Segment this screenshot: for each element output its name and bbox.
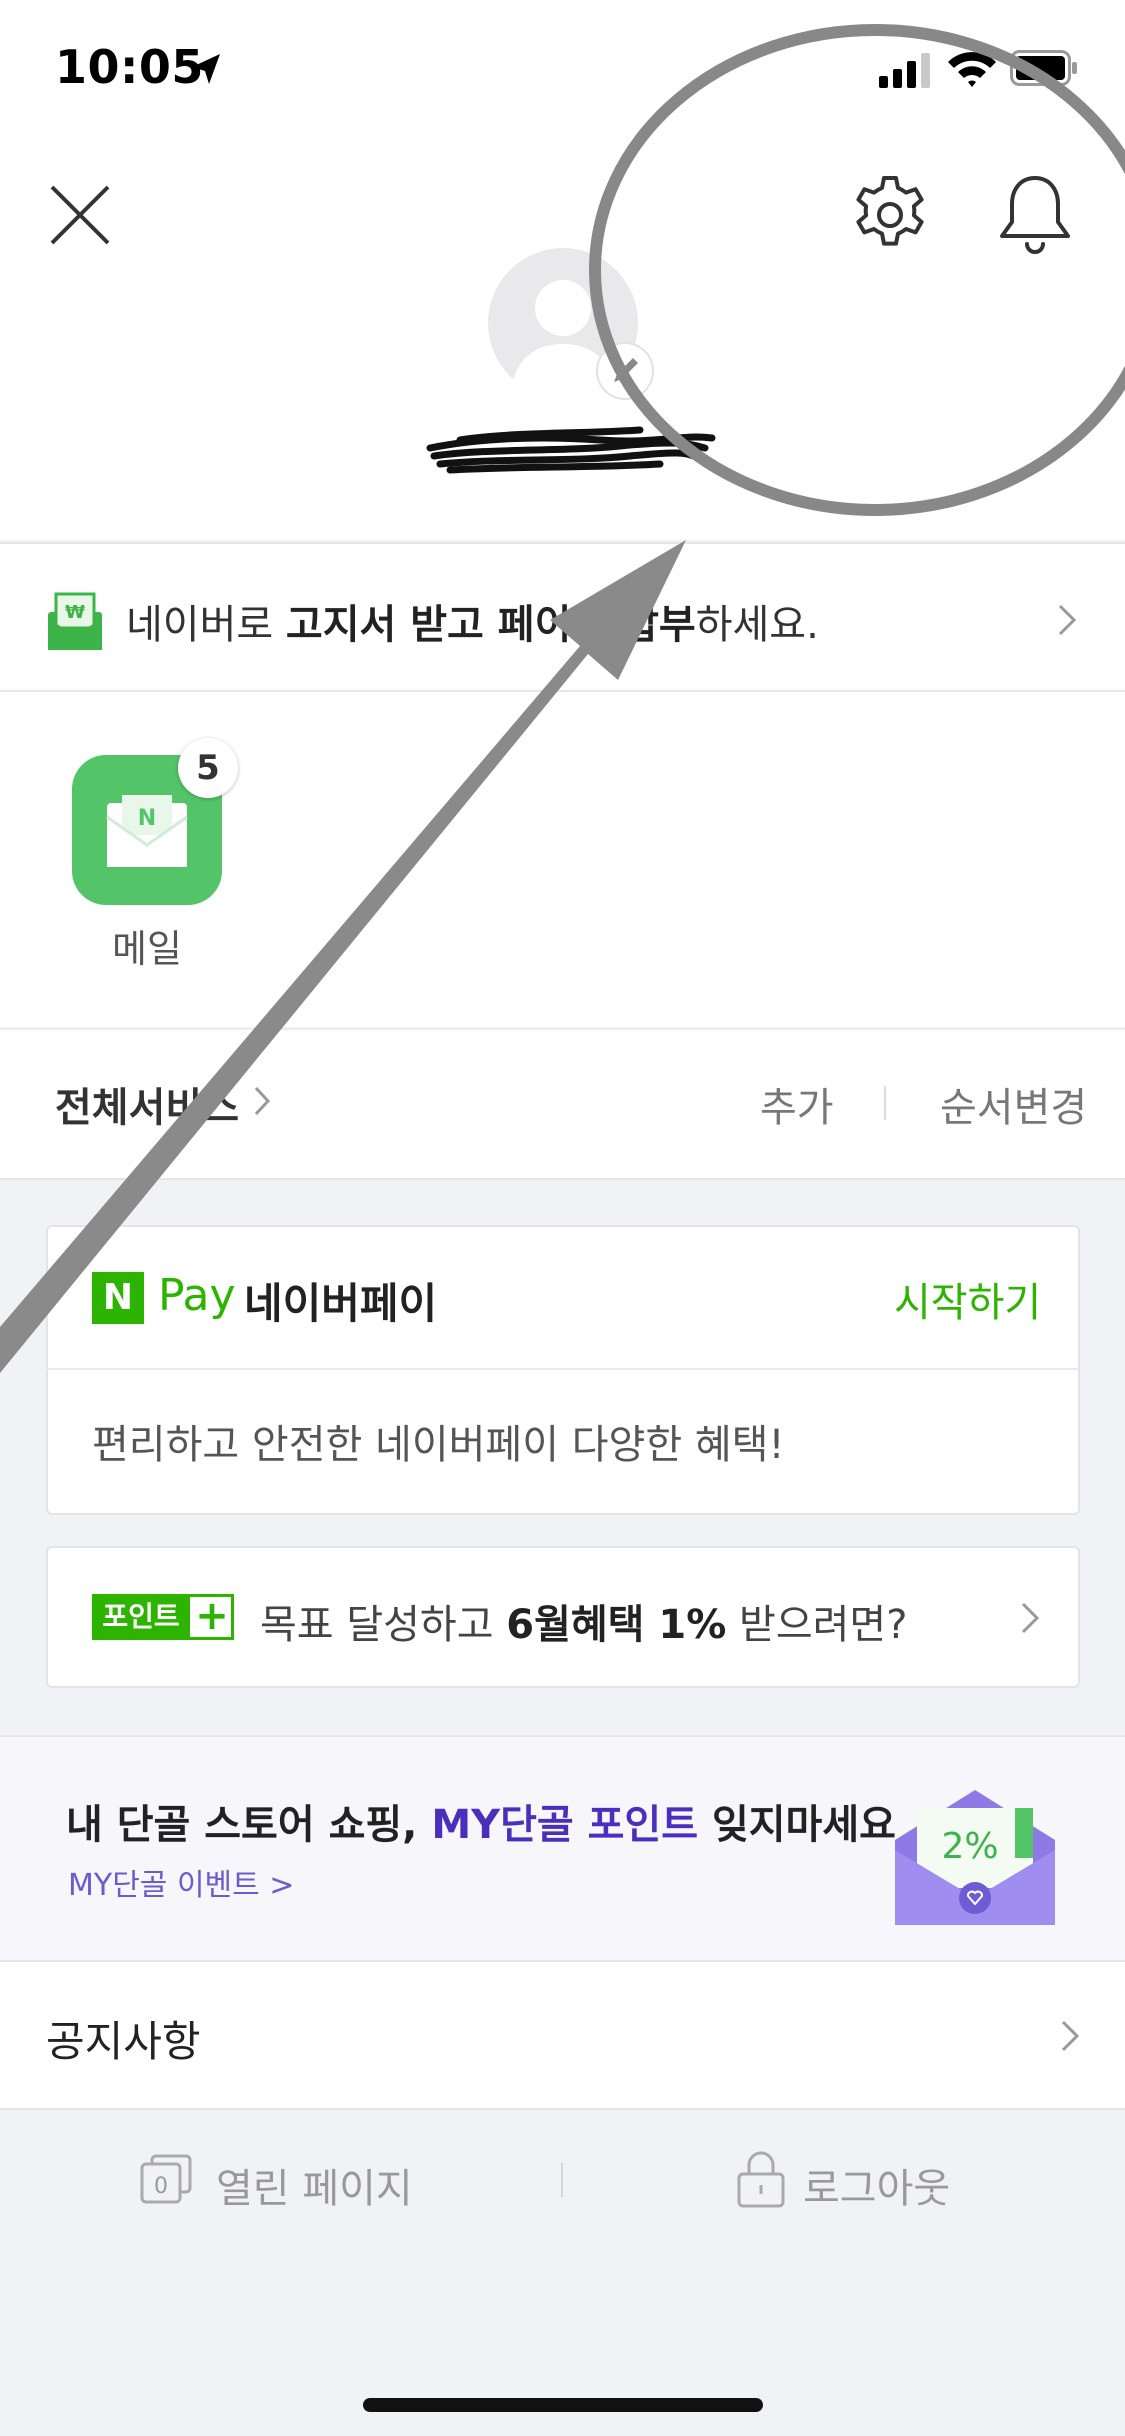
open-pages-count: 0	[154, 2174, 168, 2199]
status-time: 10:05	[55, 40, 204, 94]
home-indicator	[363, 2398, 763, 2412]
lock-icon[interactable]	[736, 2150, 786, 2208]
username-redacted-scribble	[426, 426, 716, 474]
naver-pay-description: 편리하고 안전한 네이버페이 다양한 혜택!	[92, 1422, 785, 1468]
svg-text:₩: ₩	[65, 602, 85, 623]
avatar-edit-button[interactable]	[596, 342, 654, 400]
pencil-icon	[614, 358, 638, 382]
danggol-banner-title: 내 단골 스토어 쇼핑, MY단골 포인트 잊지마세요	[66, 1802, 896, 1848]
bill-banner-text: 네이버로 고지서 받고 페이로 납부하세요.	[126, 602, 819, 648]
chevron-right-icon	[254, 1086, 271, 1116]
notice-label: 공지사항	[46, 2017, 201, 2066]
all-services-link[interactable]: 전체서비스	[55, 1075, 239, 1133]
gear-icon[interactable]	[845, 170, 935, 260]
divider	[884, 1086, 886, 1120]
svg-text:N: N	[138, 806, 156, 831]
divider	[46, 1368, 1080, 1370]
point-badge-label: 포인트	[92, 1594, 190, 1640]
cellular-signal-icon	[879, 53, 930, 88]
chevron-right-icon	[1058, 604, 1077, 636]
chevron-right-icon	[1021, 1602, 1040, 1634]
divider	[561, 2163, 563, 2197]
open-pages-icon[interactable]: 0	[140, 2154, 192, 2204]
chevron-right-icon	[1061, 2020, 1080, 2052]
danggol-event-link[interactable]: MY단골 이벤트 >	[68, 1860, 294, 1904]
open-pages-button[interactable]: 열린 페이지	[216, 2156, 413, 2214]
envelope-percent-text: 2%	[941, 1826, 998, 1867]
mail-badge-count: 5	[178, 738, 238, 798]
naver-pay-card[interactable]	[46, 1225, 1080, 1515]
logout-button[interactable]: 로그아웃	[803, 2156, 950, 2214]
close-icon[interactable]	[40, 175, 120, 255]
wifi-icon	[948, 52, 996, 87]
location-arrow-icon	[192, 54, 220, 84]
plus-icon: +	[195, 1593, 229, 1639]
won-bill-envelope-icon: ₩	[48, 592, 102, 650]
add-service-button[interactable]: 추가	[760, 1075, 834, 1133]
mail-app-label: 메일	[112, 927, 182, 971]
naver-n-logo-icon: N	[92, 1272, 144, 1324]
point-card-text: 목표 달성하고 6월혜택 1% 받으려면?	[260, 1602, 908, 1648]
start-pay-button[interactable]: 시작하기	[894, 1270, 1041, 1328]
battery-icon	[1010, 50, 1077, 86]
reorder-button[interactable]: 순서변경	[940, 1075, 1087, 1133]
naver-pay-title: 네이버페이	[244, 1279, 438, 1328]
percent-envelope-icon: 2%	[895, 1790, 1055, 1925]
bell-icon[interactable]	[990, 168, 1080, 258]
pay-label: Pay	[158, 1270, 236, 1321]
